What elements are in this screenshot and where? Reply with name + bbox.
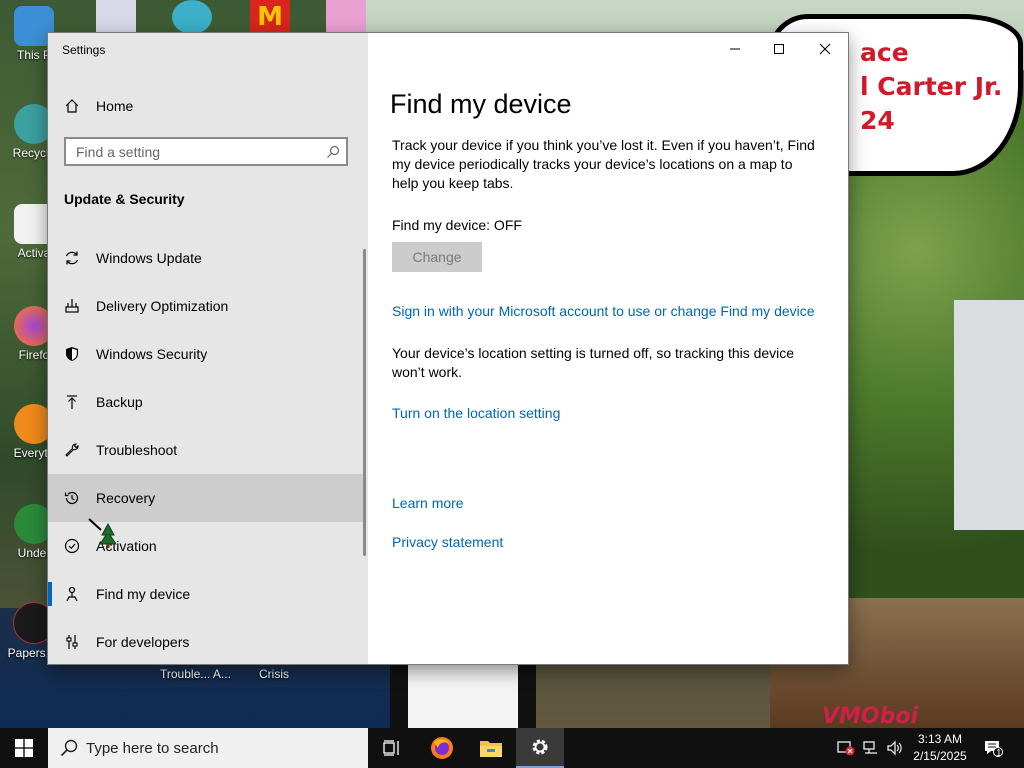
clock-time: 3:13 AM <box>917 732 963 746</box>
nav-home-label: Home <box>96 98 134 114</box>
taskbar-search-placeholder: Type here to search <box>86 739 219 757</box>
sidebar-item-recovery[interactable]: Recovery <box>48 474 364 522</box>
sidebar-item-label: Troubleshoot <box>96 442 178 458</box>
learn-more-link[interactable]: Learn more <box>392 495 464 511</box>
window-title: Settings <box>62 43 106 57</box>
signin-link[interactable]: Sign in with your Microsoft account to u… <box>392 303 815 319</box>
action-center-button[interactable]: 1 <box>980 728 1006 768</box>
bubble-line-2: l Carter Jr. <box>860 72 1003 101</box>
sidebar-item-label: Windows Update <box>96 250 202 266</box>
sliders-icon <box>48 634 96 650</box>
maximize-button[interactable] <box>756 33 802 65</box>
tray-security-alert[interactable] <box>836 728 856 768</box>
sidebar-item-label: Delivery Optimization <box>96 298 229 314</box>
privacy-statement-link[interactable]: Privacy statement <box>392 534 503 550</box>
delivery-icon <box>48 298 96 314</box>
sidebar-item-troubleshoot[interactable]: Troubleshoot <box>48 426 364 474</box>
wrench-icon <box>48 442 96 458</box>
folder-icon <box>480 741 502 757</box>
desktop-shortcut-icon[interactable] <box>96 0 136 34</box>
bubble-line-3: 24 <box>860 106 895 135</box>
task-view-button[interactable] <box>368 728 416 768</box>
taskbar-firefox[interactable] <box>418 728 466 768</box>
sidebar-item-find-my-device[interactable]: Find my device <box>48 570 364 618</box>
speech-bubble-text: ace l Carter Jr. 24 <box>860 36 1002 138</box>
close-button[interactable] <box>802 33 848 65</box>
firefox-icon <box>431 737 453 759</box>
location-note: Your device’s location setting is turned… <box>392 345 795 380</box>
sidebar-item-label: Find my device <box>96 586 191 602</box>
sidebar-item-label: Windows Security <box>96 346 208 362</box>
sidebar-item-windows-update[interactable]: Windows Update <box>48 234 364 282</box>
task-view-icon <box>383 740 399 756</box>
minimize-icon <box>730 48 740 50</box>
start-button[interactable] <box>0 728 48 768</box>
network-icon <box>863 741 877 754</box>
shield-icon <box>48 346 96 362</box>
maximize-icon <box>774 44 784 54</box>
clock-date: 2/15/2025 <box>913 749 967 763</box>
sidebar-item-for-developers[interactable]: For developers <box>48 618 364 666</box>
find-setting-search[interactable] <box>64 137 348 166</box>
sidebar-item-label: Recovery <box>96 490 156 506</box>
history-icon <box>48 490 96 506</box>
taskbar: Type here to search 3:13 AM 2/15/2025 1 <box>0 728 1024 768</box>
wallpaper-house <box>954 300 1024 530</box>
close-icon <box>819 43 831 55</box>
sidebar-item-windows-security[interactable]: Windows Security <box>48 330 364 378</box>
windows-logo-icon <box>15 739 33 757</box>
page-title: Find my device <box>390 89 572 119</box>
home-icon <box>48 98 96 114</box>
taskbar-clock[interactable]: 3:13 AM 2/15/2025 <box>905 731 975 765</box>
gear-icon <box>532 739 548 755</box>
mcdonalds-icon[interactable]: M <box>250 0 290 34</box>
nav-home[interactable]: Home <box>48 89 368 123</box>
search-icon <box>60 739 78 757</box>
sidebar-item-label: Backup <box>96 394 143 410</box>
settings-sidebar: Settings Home Update & Security Windows … <box>48 33 368 664</box>
bubble-line-1: ace <box>860 38 909 67</box>
location-setting-link[interactable]: Turn on the location setting <box>392 405 560 421</box>
page-description: Track your device if you think you’ve lo… <box>392 137 815 191</box>
desktop-icon-label[interactable]: Crisis <box>259 667 289 681</box>
notification-count: 1 <box>996 748 1002 759</box>
wallpaper-watermark: VMOboi <box>822 704 919 729</box>
tray-network[interactable] <box>860 728 882 768</box>
refresh-icon <box>48 250 96 266</box>
sidebar-item-delivery-optimization[interactable]: Delivery Optimization <box>48 282 364 330</box>
search-input[interactable] <box>66 139 320 164</box>
backup-arrow-icon <box>48 394 96 410</box>
search-icon[interactable] <box>320 145 346 159</box>
sidebar-item-label: For developers <box>96 634 190 650</box>
speaker-icon <box>887 740 902 756</box>
sidebar-item-backup[interactable]: Backup <box>48 378 364 426</box>
desktop-shortcut-icon[interactable] <box>326 0 366 34</box>
settings-window: Settings Home Update & Security Windows … <box>48 33 848 664</box>
minimize-button[interactable] <box>712 33 758 65</box>
taskbar-file-explorer[interactable] <box>467 728 515 768</box>
mouse-cursor <box>88 518 120 550</box>
change-button[interactable]: Change <box>392 242 482 272</box>
desktop-icon-label[interactable]: Trouble... A... <box>160 667 231 681</box>
taskbar-settings[interactable] <box>516 728 564 768</box>
sidebar-scrollbar[interactable] <box>363 249 366 556</box>
person-pin-icon <box>48 586 96 602</box>
find-my-device-status: Find my device: OFF <box>392 217 522 233</box>
section-title: Update & Security <box>64 191 185 207</box>
tray-volume[interactable] <box>884 728 906 768</box>
taskbar-search-box[interactable]: Type here to search <box>48 728 368 768</box>
nav-list: Windows Update Delivery Optimization Win… <box>48 234 364 666</box>
shield-warning-icon <box>837 741 855 756</box>
desktop-shortcut-icon[interactable] <box>172 0 212 34</box>
